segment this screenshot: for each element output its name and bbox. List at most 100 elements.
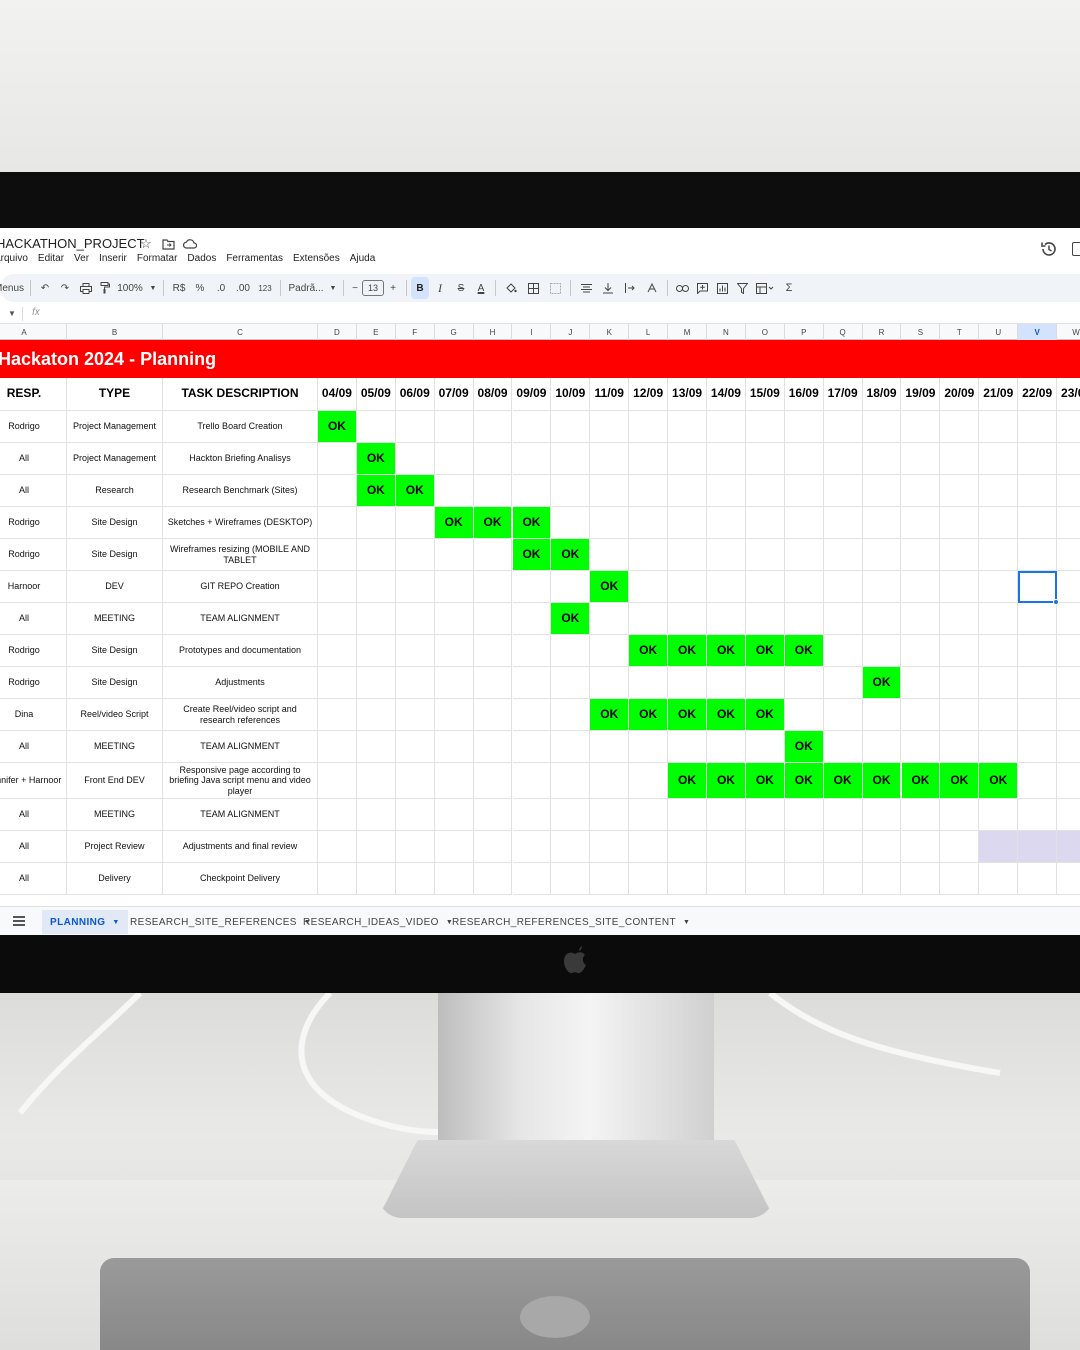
grid-cell[interactable]	[473, 731, 513, 763]
text-wrapping-icon[interactable]	[619, 277, 641, 299]
status-ok-cell[interactable]: OK	[629, 635, 669, 667]
grid-cell[interactable]	[745, 667, 785, 699]
grid-cell[interactable]	[707, 443, 746, 475]
grid-cell[interactable]	[979, 603, 1019, 635]
grid-cell[interactable]	[823, 667, 863, 699]
cell-type[interactable]: Delivery	[67, 863, 163, 895]
status-ok-cell[interactable]: OK	[707, 699, 746, 731]
column-header-f[interactable]: F	[396, 324, 435, 340]
grid-cell[interactable]	[395, 667, 435, 699]
header-date[interactable]: 07/09	[434, 378, 474, 411]
grid-cell[interactable]	[1057, 443, 1080, 475]
cell-resp[interactable]: Harnoor	[0, 571, 67, 603]
column-header-b[interactable]: B	[67, 324, 163, 340]
status-ok-cell[interactable]: OK	[551, 539, 591, 571]
grid-cell[interactable]	[823, 539, 863, 571]
grid-cell[interactable]	[784, 699, 824, 731]
grid-cell[interactable]	[862, 571, 902, 603]
column-header-o[interactable]: O	[746, 324, 785, 340]
status-ok-cell[interactable]: OK	[979, 763, 1019, 799]
grid-cell[interactable]	[862, 635, 902, 667]
grid-cell[interactable]	[862, 831, 902, 863]
status-ok-cell[interactable]: OK	[434, 507, 474, 539]
grid-cell[interactable]	[356, 863, 396, 895]
grid-cell[interactable]	[551, 635, 591, 667]
grid-cell[interactable]	[629, 443, 669, 475]
decrease-decimals-button[interactable]: .0	[210, 277, 232, 299]
grid-cell[interactable]	[473, 863, 513, 895]
column-header-l[interactable]: L	[629, 324, 669, 340]
grid-cell[interactable]	[590, 603, 630, 635]
column-header-g[interactable]: G	[435, 324, 474, 340]
filter-views-icon[interactable]	[752, 277, 778, 299]
grid-cell[interactable]	[395, 863, 435, 895]
grid-cell[interactable]	[318, 603, 357, 635]
grid-cell[interactable]	[823, 863, 863, 895]
grid-cell[interactable]	[668, 539, 707, 571]
zoom-select[interactable]: 100%	[113, 277, 147, 299]
status-ok-cell[interactable]: OK	[590, 699, 630, 731]
cell-type[interactable]: Site Design	[67, 667, 163, 699]
cell-resp[interactable]: All	[0, 475, 67, 507]
grid-cell[interactable]	[901, 699, 941, 731]
status-ok-cell[interactable]: OK	[862, 763, 902, 799]
header-resp[interactable]: RESP.	[0, 378, 67, 411]
status-ok-cell[interactable]: OK	[551, 603, 591, 635]
menu-ajuda[interactable]: Ajuda	[350, 253, 376, 264]
cell-type[interactable]: MEETING	[67, 603, 163, 635]
grid-cell[interactable]	[434, 799, 474, 831]
menu-extensoes[interactable]: Extensões	[293, 253, 340, 264]
status-ok-cell[interactable]: OK	[395, 475, 435, 507]
column-header-t[interactable]: T	[940, 324, 980, 340]
grid-cell[interactable]	[901, 863, 941, 895]
grid-cell[interactable]	[1018, 475, 1058, 507]
grid-cell[interactable]	[590, 475, 630, 507]
grid-cell[interactable]	[629, 763, 669, 799]
cell-resp[interactable]: Rodrigo	[0, 635, 67, 667]
grid-cell[interactable]	[551, 731, 591, 763]
cell-resp[interactable]: Rodrigo	[0, 507, 67, 539]
grid-cell[interactable]	[629, 799, 669, 831]
grid-cell[interactable]	[434, 667, 474, 699]
grid-cell[interactable]	[784, 475, 824, 507]
header-date[interactable]: 10/09	[551, 378, 591, 411]
grid-cell[interactable]	[551, 571, 591, 603]
grid-cell[interactable]	[395, 699, 435, 731]
grid-cell[interactable]	[979, 667, 1019, 699]
grid-cell[interactable]	[1018, 411, 1058, 443]
header-date[interactable]: 12/09	[629, 378, 669, 411]
header-type[interactable]: TYPE	[67, 378, 163, 411]
grid-cell[interactable]	[629, 863, 669, 895]
grid-cell[interactable]	[862, 411, 902, 443]
grid-cell[interactable]	[318, 475, 357, 507]
grid-cell[interactable]	[512, 667, 552, 699]
grid-cell[interactable]	[862, 539, 902, 571]
status-ok-cell[interactable]: OK	[784, 763, 824, 799]
name-box-dropdown-icon[interactable]: ▼	[8, 309, 16, 318]
grid-cell[interactable]	[590, 863, 630, 895]
grid-cell[interactable]	[473, 475, 513, 507]
grid-cell[interactable]	[512, 863, 552, 895]
more-formats-button[interactable]: 123	[254, 277, 276, 299]
vertical-align-icon[interactable]	[597, 277, 619, 299]
cell-type[interactable]: Site Design	[67, 539, 163, 571]
menu-ver[interactable]: Ver	[74, 253, 89, 264]
cell-task[interactable]: Adjustments	[163, 667, 318, 699]
grid-cell[interactable]	[668, 507, 707, 539]
italic-button[interactable]: I	[429, 277, 451, 299]
header-date[interactable]: 06/09	[395, 378, 435, 411]
cell-resp[interactable]: Jennifer + Harnoor	[0, 763, 67, 799]
sheet-title[interactable]: Hackaton 2024 - Planning	[0, 349, 216, 370]
grid-cell[interactable]	[629, 507, 669, 539]
text-rotation-icon[interactable]	[641, 277, 663, 299]
grid-cell[interactable]	[590, 763, 630, 799]
grid-cell[interactable]	[1018, 539, 1058, 571]
column-header-m[interactable]: M	[668, 324, 707, 340]
horizontal-align-icon[interactable]	[575, 277, 597, 299]
grid-cell[interactable]	[434, 539, 474, 571]
cell-task[interactable]: Hackton Briefing Analisys	[163, 443, 318, 475]
grid-cell[interactable]	[784, 667, 824, 699]
header-date[interactable]: 22/09	[1018, 378, 1058, 411]
grid-cell[interactable]	[940, 603, 980, 635]
text-color-button[interactable]: A	[471, 277, 491, 299]
